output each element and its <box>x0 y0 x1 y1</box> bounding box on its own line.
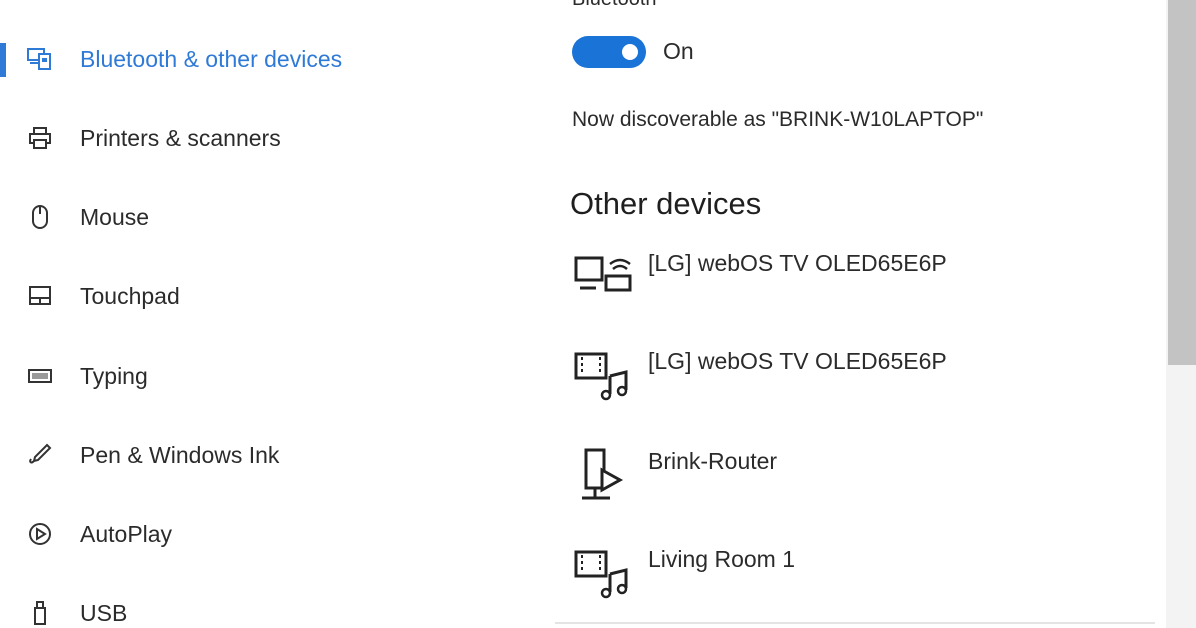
sidebar: Bluetooth & other devices Printers & sca… <box>0 0 520 628</box>
sidebar-item-label: Typing <box>80 362 148 389</box>
pen-icon <box>26 441 54 469</box>
main-content: Bluetooth On Now discoverable as "BRINK-… <box>560 0 1160 628</box>
sidebar-item-mouse[interactable]: Mouse <box>0 189 480 245</box>
device-name: Brink-Router <box>648 448 778 474</box>
sidebar-item-label: Bluetooth & other devices <box>80 45 343 72</box>
sidebar-item-printers[interactable]: Printers & scanners <box>0 110 480 166</box>
sidebar-item-label: Mouse <box>80 203 150 230</box>
device-item-living-room[interactable]: Living Room 1 <box>570 546 1130 616</box>
sidebar-item-usb[interactable]: USB <box>0 585 480 628</box>
other-devices-heading: Other devices <box>570 186 762 221</box>
toggle-state-label: On <box>663 38 694 64</box>
device-item-lg-tv-2[interactable]: [LG] webOS TV OLED65E6P <box>570 348 1130 418</box>
keyboard-icon <box>26 362 54 390</box>
touchpad-icon <box>26 282 54 310</box>
media-device-icon <box>570 546 634 602</box>
selected-indicator <box>0 43 6 77</box>
device-name: Living Room 1 <box>648 546 796 572</box>
sidebar-item-touchpad[interactable]: Touchpad <box>0 268 480 324</box>
sidebar-item-label: Touchpad <box>80 282 180 309</box>
autoplay-icon <box>26 520 54 548</box>
sidebar-item-label: Printers & scanners <box>80 124 281 151</box>
mouse-icon <box>26 203 54 231</box>
settings-window: Bluetooth & other devices Printers & sca… <box>0 0 1196 628</box>
device-name: [LG] webOS TV OLED65E6P <box>648 348 947 374</box>
sidebar-item-bluetooth[interactable]: Bluetooth & other devices <box>0 31 480 87</box>
usb-icon <box>26 599 54 627</box>
media-device-icon <box>570 348 634 404</box>
device-name: [LG] webOS TV OLED65E6P <box>648 250 947 276</box>
router-icon <box>570 448 634 504</box>
device-item-brink-router[interactable]: Brink-Router <box>570 448 1130 518</box>
toggle-knob <box>622 44 638 60</box>
discoverable-text: Now discoverable as "BRINK-W10LAPTOP" <box>572 108 984 131</box>
sidebar-item-pen[interactable]: Pen & Windows Ink <box>0 427 480 483</box>
scrollbar-thumb[interactable] <box>1168 0 1196 365</box>
sidebar-item-autoplay[interactable]: AutoPlay <box>0 506 480 562</box>
sidebar-item-typing[interactable]: Typing <box>0 348 480 404</box>
printer-icon <box>26 124 54 152</box>
sidebar-item-label: AutoPlay <box>80 520 173 547</box>
sidebar-item-label: Pen & Windows Ink <box>80 441 280 468</box>
bluetooth-caption: Bluetooth <box>572 0 657 11</box>
wireless-display-icon <box>570 250 634 306</box>
section-divider <box>555 622 1155 624</box>
device-item-lg-tv-1[interactable]: [LG] webOS TV OLED65E6P <box>570 250 1130 320</box>
sidebar-item-label: USB <box>80 599 128 626</box>
bluetooth-toggle[interactable] <box>572 36 646 68</box>
bluetooth-devices-icon <box>26 45 54 73</box>
